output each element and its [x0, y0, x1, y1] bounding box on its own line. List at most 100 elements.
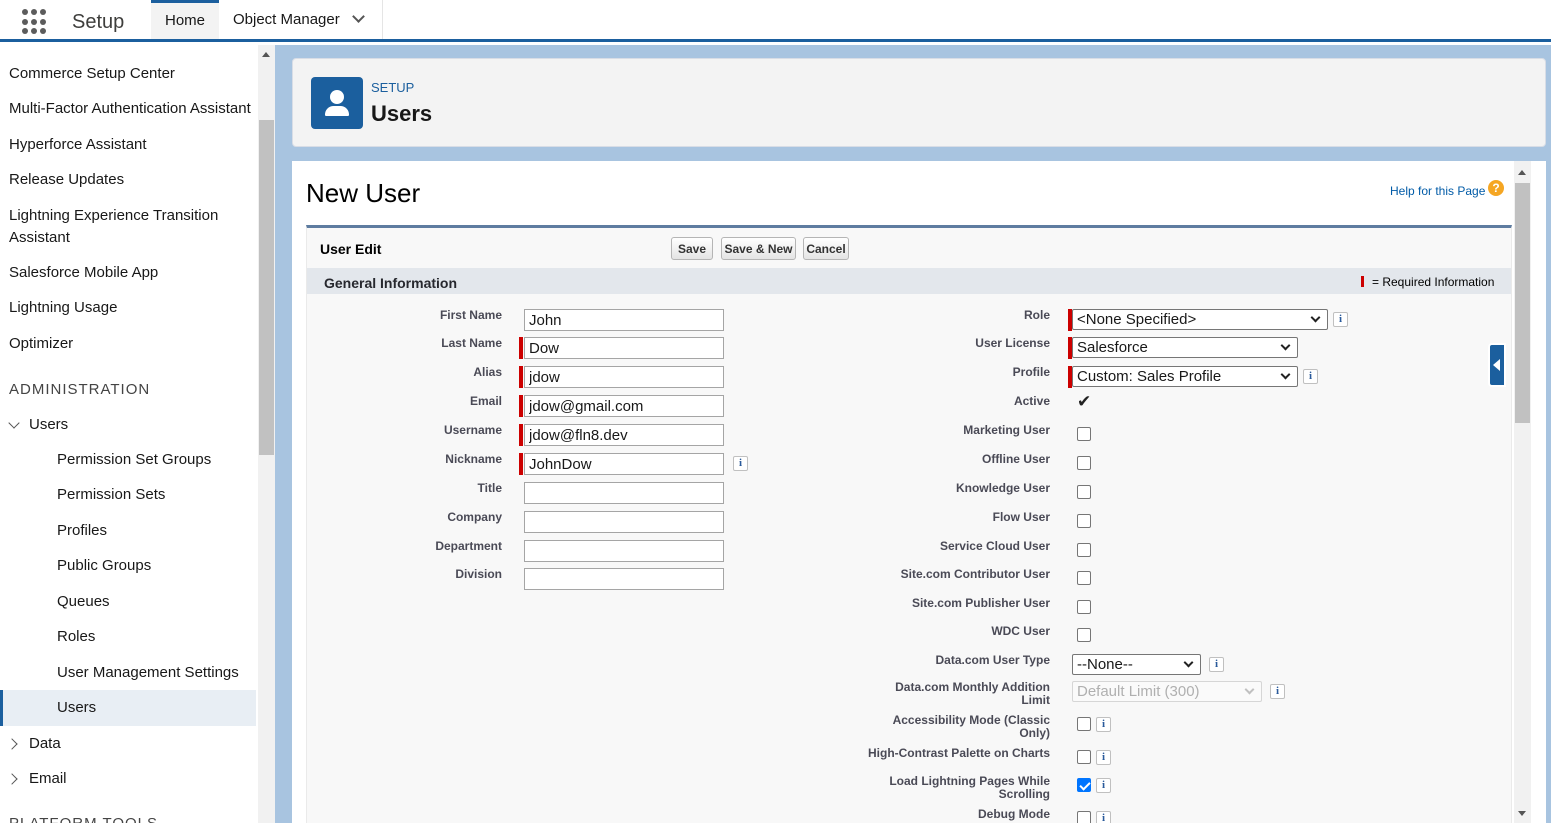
accessibility-label-line1: Accessibility Mode (Classic: [892, 713, 1050, 727]
knowledge-user-checkbox[interactable]: [1077, 485, 1091, 499]
sidebar-item-mfa-assistant[interactable]: Multi-Factor Authentication Assistant: [9, 98, 251, 120]
info-icon[interactable]: i: [1096, 750, 1111, 765]
active-checkmark-icon[interactable]: ✔: [1077, 392, 1091, 412]
flow-user-checkbox[interactable]: [1077, 514, 1091, 528]
sidebar-group-email[interactable]: Email: [29, 768, 67, 790]
sidebar-item-profiles[interactable]: Profiles: [57, 520, 107, 542]
site-contributor-checkbox[interactable]: [1077, 571, 1091, 585]
save-button[interactable]: Save: [671, 237, 713, 260]
required-marker-icon: [519, 366, 523, 388]
sidebar-scrollbar[interactable]: [258, 45, 275, 823]
app-name: Setup: [72, 11, 125, 33]
sidebar-item-roles[interactable]: Roles: [57, 626, 95, 648]
sidebar-item-queues[interactable]: Queues: [57, 591, 110, 613]
chevron-down-icon[interactable]: [8, 417, 20, 429]
page-header-title: Users: [371, 101, 433, 126]
datacom-user-type-select[interactable]: --None--: [1072, 654, 1201, 675]
division-label: Division: [455, 567, 502, 581]
info-icon[interactable]: i: [1303, 369, 1318, 384]
marketing-user-checkbox[interactable]: [1077, 427, 1091, 441]
sidebar-item-users[interactable]: Users: [57, 697, 96, 719]
last-name-field[interactable]: [524, 337, 724, 359]
chevron-down-icon: [1244, 684, 1255, 695]
sidebar-scrollbar-thumb[interactable]: [259, 120, 274, 455]
sidebar-item-release-updates[interactable]: Release Updates: [9, 169, 124, 191]
username-field[interactable]: [524, 424, 724, 446]
info-icon[interactable]: i: [733, 456, 748, 471]
sidebar-item-permission-set-groups[interactable]: Permission Set Groups: [57, 449, 211, 471]
tab-home[interactable]: Home: [151, 0, 219, 39]
cancel-button[interactable]: Cancel: [803, 237, 849, 260]
scroll-down-arrow-icon[interactable]: [1518, 811, 1526, 816]
first-name-field[interactable]: [524, 309, 724, 331]
save-and-new-button[interactable]: Save & New: [721, 237, 796, 260]
scroll-up-arrow-icon[interactable]: [1518, 170, 1526, 175]
profile-label: Profile: [1012, 365, 1050, 379]
profile-select-value: Custom: Sales Profile: [1077, 368, 1222, 385]
sidebar-item-lightning-transition-assistant[interactable]: Lightning Experience Transition Assistan…: [9, 205, 239, 249]
info-icon[interactable]: i: [1096, 778, 1111, 793]
nickname-label: Nickname: [445, 452, 502, 466]
datacom-user-type-label: Data.com User Type: [935, 653, 1051, 667]
role-select[interactable]: <None Specified>: [1072, 309, 1328, 330]
accessibility-mode-checkbox[interactable]: [1077, 717, 1091, 731]
load-lightning-label: Load Lightning Pages While Scrolling: [800, 775, 1050, 801]
sidebar-item-optimizer[interactable]: Optimizer: [9, 333, 73, 355]
high-contrast-label: High-Contrast Palette on Charts: [867, 746, 1050, 760]
sidebar-item-permission-sets[interactable]: Permission Sets: [57, 484, 165, 506]
info-icon[interactable]: i: [1270, 684, 1285, 699]
chevron-down-icon: [1183, 657, 1194, 668]
title-label: Title: [477, 481, 502, 495]
question-icon[interactable]: ?: [1488, 180, 1504, 196]
alias-label: Alias: [473, 365, 502, 379]
sidebar-item-public-groups[interactable]: Public Groups: [57, 555, 151, 577]
info-icon[interactable]: i: [1333, 312, 1348, 327]
app-launcher-icon[interactable]: [22, 9, 48, 35]
site-publisher-checkbox[interactable]: [1077, 600, 1091, 614]
scroll-up-arrow-icon[interactable]: [262, 52, 270, 57]
page-title: New User: [306, 178, 421, 208]
company-field[interactable]: [524, 511, 724, 533]
wdc-user-checkbox[interactable]: [1077, 628, 1091, 642]
company-label: Company: [447, 510, 502, 524]
debug-mode-checkbox[interactable]: [1077, 811, 1091, 823]
load-lightning-label-line2: Scrolling: [998, 787, 1050, 801]
active-label: Active: [1013, 394, 1050, 408]
nickname-field[interactable]: [524, 453, 724, 475]
chevron-right-icon[interactable]: [6, 773, 18, 785]
title-field[interactable]: [524, 482, 724, 504]
username-label: Username: [443, 423, 502, 437]
sidebar-item-commerce-setup-center[interactable]: Commerce Setup Center: [9, 63, 175, 85]
division-field[interactable]: [524, 568, 724, 590]
datacom-user-type-value: --None--: [1077, 656, 1133, 673]
high-contrast-checkbox[interactable]: [1077, 750, 1091, 764]
department-field[interactable]: [524, 540, 724, 562]
content-scrollbar[interactable]: [1514, 161, 1531, 823]
collapse-panel-toggle[interactable]: [1488, 343, 1506, 387]
email-field[interactable]: [524, 395, 724, 417]
sidebar-item-salesforce-mobile-app[interactable]: Salesforce Mobile App: [9, 262, 158, 284]
sidebar-group-users[interactable]: Users: [29, 414, 68, 436]
info-icon[interactable]: i: [1096, 717, 1111, 732]
setup-sidebar: Commerce Setup Center Multi-Factor Authe…: [0, 45, 258, 823]
user-license-label: User License: [975, 336, 1050, 350]
sidebar-item-lightning-usage[interactable]: Lightning Usage: [9, 297, 117, 319]
sidebar-group-data[interactable]: Data: [29, 733, 61, 755]
info-icon[interactable]: i: [1209, 657, 1224, 672]
user-license-select[interactable]: Salesforce: [1072, 337, 1298, 358]
service-cloud-user-checkbox[interactable]: [1077, 543, 1091, 557]
sidebar-item-hyperforce-assistant[interactable]: Hyperforce Assistant: [9, 134, 147, 156]
info-icon[interactable]: i: [1096, 811, 1111, 823]
profile-select[interactable]: Custom: Sales Profile: [1072, 366, 1298, 387]
chevron-right-icon[interactable]: [6, 738, 18, 750]
offline-user-checkbox[interactable]: [1077, 456, 1091, 470]
load-lightning-checkbox[interactable]: [1077, 778, 1091, 792]
alias-field[interactable]: [524, 366, 724, 388]
tab-object-manager[interactable]: Object Manager: [219, 0, 383, 39]
content-scrollbar-thumb[interactable]: [1515, 183, 1530, 423]
role-select-value: <None Specified>: [1077, 311, 1197, 328]
help-link[interactable]: Help for this Page: [1390, 184, 1485, 198]
sidebar-item-user-management-settings[interactable]: User Management Settings: [57, 662, 239, 684]
chevron-down-icon[interactable]: [351, 10, 365, 23]
department-label: Department: [435, 539, 502, 553]
